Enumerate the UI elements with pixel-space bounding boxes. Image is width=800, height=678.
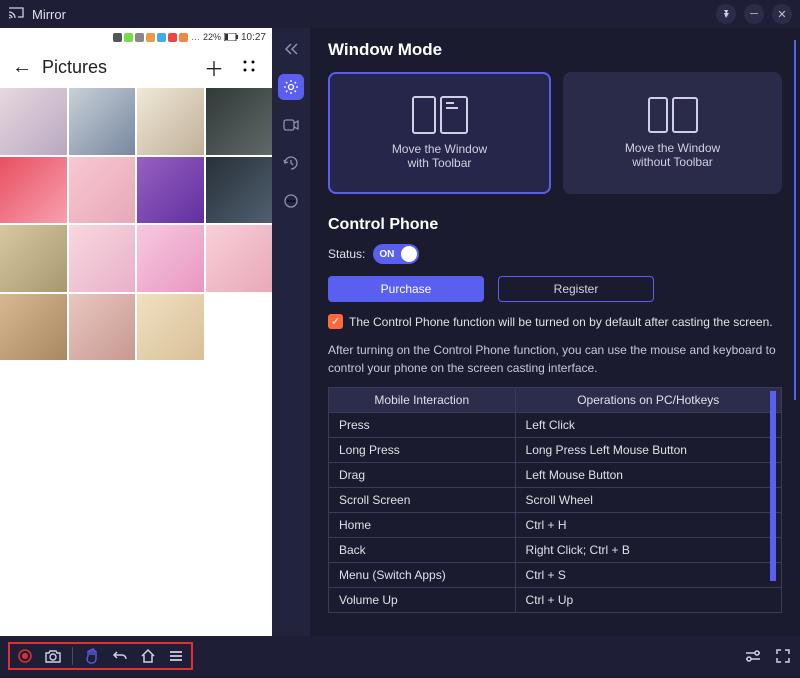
th-pc: Operations on PC/Hotkeys [515, 388, 781, 413]
gallery-tile[interactable] [137, 294, 204, 361]
register-button[interactable]: Register [498, 276, 654, 302]
collapse-button[interactable] [278, 36, 304, 62]
purchase-button[interactable]: Purchase [328, 276, 484, 302]
without-toolbar-icon [648, 97, 698, 133]
th-mobile: Mobile Interaction [329, 388, 516, 413]
gallery-tile[interactable] [206, 88, 273, 155]
hotkeys-table: Mobile Interaction Operations on PC/Hotk… [328, 387, 782, 613]
menu-icon[interactable] [167, 647, 185, 665]
status-label: Status: [328, 247, 365, 261]
card-line2: without Toolbar [625, 155, 720, 169]
photo-gallery-grid [0, 88, 272, 360]
record-tab[interactable] [278, 112, 304, 138]
control-phone-desc: After turning on the Control Phone funct… [328, 341, 782, 377]
window-mode-title: Window Mode [328, 40, 782, 60]
table-row: BackRight Click; Ctrl + B [329, 538, 782, 563]
cast-icon [8, 6, 24, 23]
table-row: HomeCtrl + H [329, 513, 782, 538]
gallery-tile[interactable] [206, 225, 273, 292]
gallery-tile[interactable] [69, 88, 136, 155]
settings-content: Window Mode Move the Window with Toolbar [310, 28, 800, 636]
settings-tab[interactable] [278, 74, 304, 100]
history-tab[interactable] [278, 150, 304, 176]
table-row: Scroll ScreenScroll Wheel [329, 488, 782, 513]
close-button[interactable]: ✕ [772, 4, 792, 24]
table-row: Long PressLong Press Left Mouse Button [329, 438, 782, 463]
card-line2: with Toolbar [392, 156, 487, 170]
window-mode-with-toolbar[interactable]: Move the Window with Toolbar [328, 72, 551, 194]
gallery-tile[interactable] [0, 157, 67, 224]
control-phone-title: Control Phone [328, 216, 782, 234]
gallery-tile[interactable] [206, 157, 273, 224]
gallery-tile[interactable] [69, 225, 136, 292]
gallery-tile[interactable] [69, 294, 136, 361]
fullscreen-icon[interactable] [774, 647, 792, 665]
scroll-indicator [794, 40, 796, 400]
titlebar: Mirror ─ ✕ [0, 0, 800, 28]
gallery-tile[interactable] [137, 88, 204, 155]
bottom-toolbar [0, 636, 800, 676]
table-row: PressLeft Click [329, 413, 782, 438]
phone-status-bar: … 22% 10:27 [0, 28, 272, 46]
table-row: DragLeft Mouse Button [329, 463, 782, 488]
default-on-label: The Control Phone function will be turne… [349, 315, 773, 329]
settings-sidebar [272, 28, 310, 636]
settings-toggle-icon[interactable] [744, 647, 762, 665]
undo-icon[interactable] [111, 647, 129, 665]
battery-percent: 22% [203, 32, 221, 42]
camera-icon[interactable] [44, 647, 62, 665]
table-row: Volume UpCtrl + Up [329, 588, 782, 613]
default-on-checkbox[interactable]: ✓ [328, 314, 343, 329]
pin-button[interactable] [716, 4, 736, 24]
record-icon[interactable] [16, 647, 34, 665]
gallery-tile[interactable] [0, 294, 67, 361]
gallery-title: Pictures [42, 57, 190, 78]
gallery-tile[interactable] [69, 157, 136, 224]
minimize-button[interactable]: ─ [744, 4, 764, 24]
phone-mirror-pane[interactable]: … 22% 10:27 ← Pictures ＋ [0, 28, 272, 636]
gallery-tile[interactable] [0, 225, 67, 292]
app-title: Mirror [32, 7, 66, 22]
card-line1: Move the Window [625, 141, 720, 155]
highlighted-controls [8, 642, 193, 670]
table-scroll-indicator[interactable] [770, 391, 776, 581]
gallery-tile[interactable] [137, 225, 204, 292]
back-arrow-icon[interactable]: ← [12, 56, 32, 79]
clock-time: 10:27 [241, 32, 266, 43]
grid-view-icon[interactable] [238, 56, 260, 79]
gallery-tile[interactable] [0, 88, 67, 155]
gallery-tile[interactable] [206, 294, 273, 361]
more-tab[interactable] [278, 188, 304, 214]
with-toolbar-icon [412, 96, 468, 134]
control-phone-toggle[interactable]: ON [373, 244, 419, 264]
gallery-tile[interactable] [137, 157, 204, 224]
battery-icon [224, 33, 238, 41]
add-icon[interactable]: ＋ [200, 53, 228, 82]
home-icon[interactable] [139, 647, 157, 665]
phone-gallery-header: ← Pictures ＋ [0, 46, 272, 88]
hand-icon[interactable] [83, 647, 101, 665]
card-line1: Move the Window [392, 142, 487, 156]
window-mode-without-toolbar[interactable]: Move the Window without Toolbar [563, 72, 782, 194]
table-row: Menu (Switch Apps)Ctrl + S [329, 563, 782, 588]
